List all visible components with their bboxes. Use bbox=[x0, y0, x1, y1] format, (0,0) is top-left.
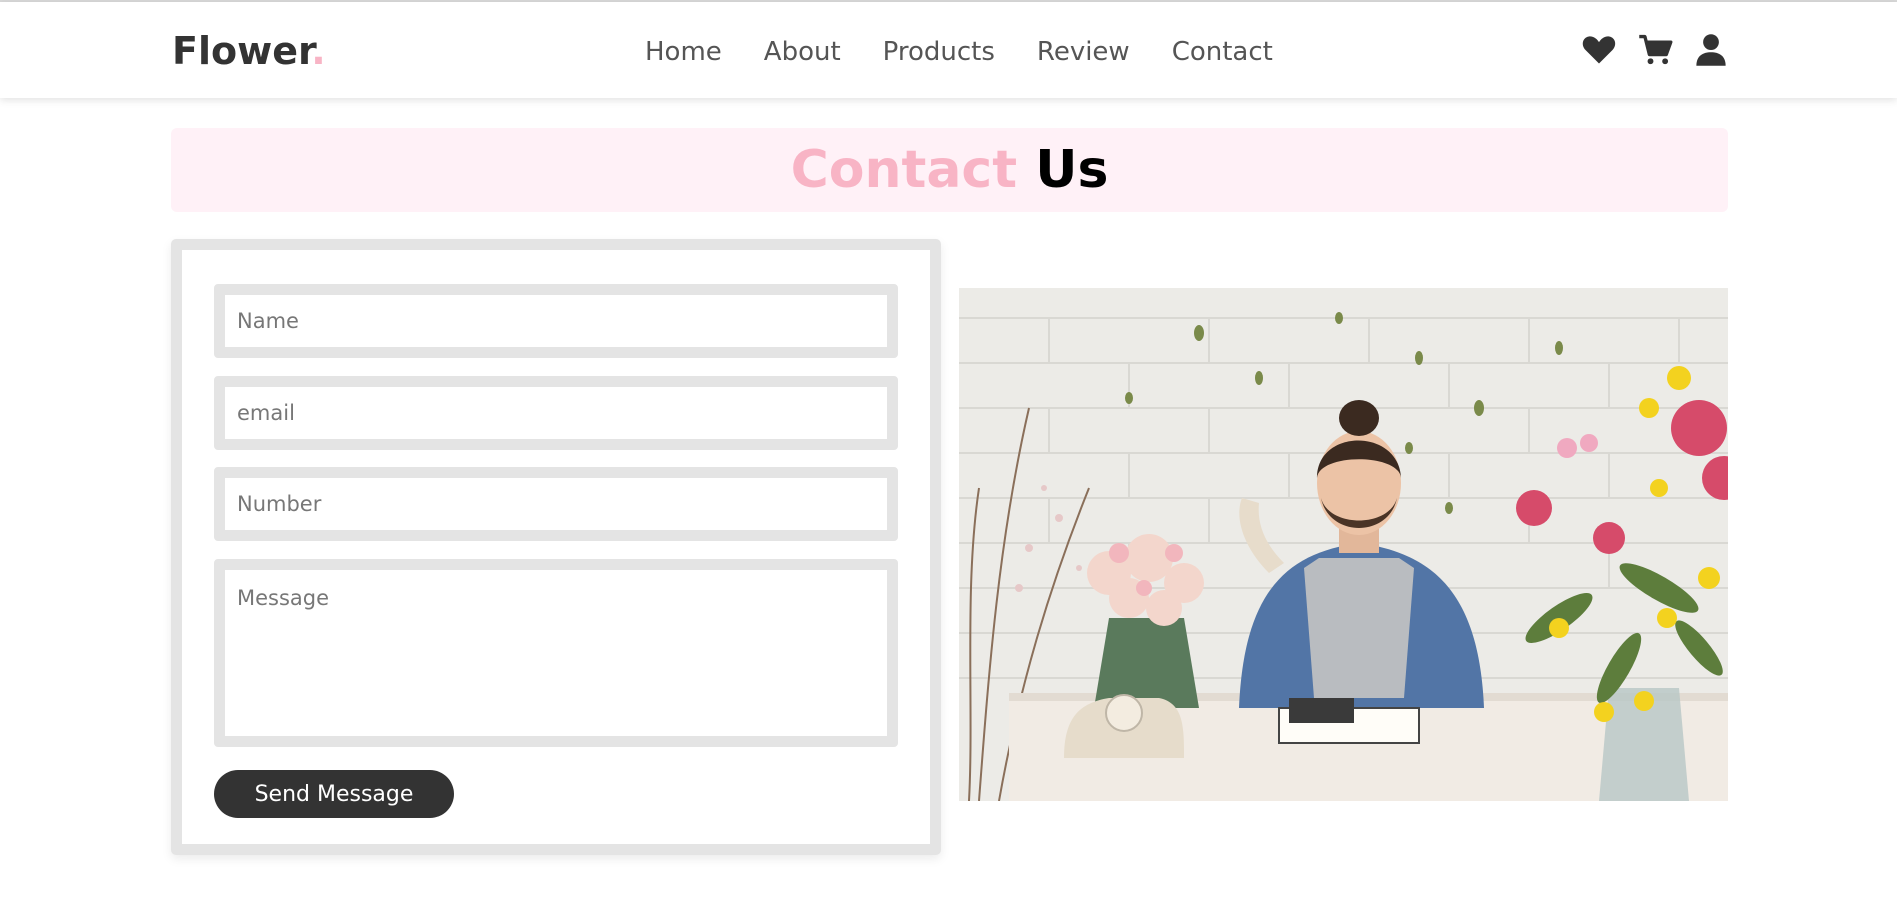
nav-link-home[interactable]: Home bbox=[645, 32, 722, 72]
logo-text[interactable]: Flower bbox=[172, 29, 311, 73]
contact-heading-band: Contact Us bbox=[171, 128, 1728, 212]
top-navbar: Flower. Home About Products Review Conta… bbox=[0, 2, 1897, 98]
number-input[interactable] bbox=[214, 467, 898, 541]
nav-link-contact[interactable]: Contact bbox=[1172, 32, 1273, 72]
nav-link-products[interactable]: Products bbox=[883, 32, 995, 72]
nav-icons bbox=[1581, 32, 1729, 68]
name-input[interactable] bbox=[214, 284, 898, 358]
heart-icon[interactable] bbox=[1581, 32, 1617, 68]
florist-photo bbox=[959, 288, 1728, 801]
user-icon[interactable] bbox=[1693, 32, 1729, 68]
contact-form: Send Message bbox=[171, 239, 941, 855]
title-rest: Us bbox=[1035, 140, 1109, 200]
send-message-button[interactable]: Send Message bbox=[214, 770, 454, 818]
main-menu: Home About Products Review Contact bbox=[645, 32, 1315, 72]
nav-link-about[interactable]: About bbox=[764, 32, 841, 72]
email-input[interactable] bbox=[214, 376, 898, 450]
title-accent: Contact bbox=[790, 140, 1018, 200]
nav-link-review[interactable]: Review bbox=[1037, 32, 1130, 72]
section-title: Contact Us bbox=[791, 140, 1109, 200]
site-logo[interactable]: Flower. bbox=[172, 26, 326, 76]
logo-dot: . bbox=[311, 29, 326, 73]
message-textarea[interactable] bbox=[214, 559, 898, 747]
cart-icon[interactable] bbox=[1637, 32, 1673, 68]
